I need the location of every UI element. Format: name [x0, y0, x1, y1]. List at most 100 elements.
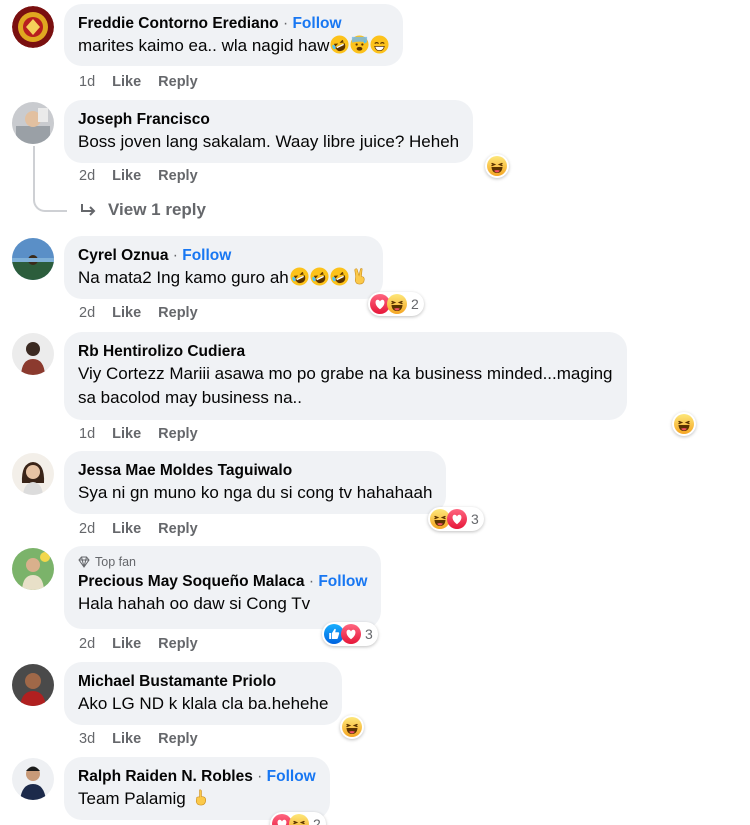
separator-dot: · — [282, 15, 289, 32]
author-line: Cyrel Oznua · Follow — [78, 246, 369, 266]
like-button[interactable]: Like — [112, 636, 141, 652]
comment-text-row: marites kaimo ea.. wla nagid haw — [78, 34, 389, 58]
victory-hand-emoji — [350, 267, 369, 286]
grinning-emoji — [370, 35, 389, 54]
comment-bubble: Joseph Francisco Boss joven lang sakalam… — [64, 100, 474, 163]
love-reaction-icon — [447, 509, 467, 529]
reactions-summary[interactable] — [485, 154, 509, 178]
comment-timestamp[interactable]: 2d — [79, 636, 95, 652]
comment-author[interactable]: Ralph Raiden N. Robles — [78, 768, 253, 785]
comment-bubble: Jessa Mae Moldes Taguiwalo Sya ni gn mun… — [64, 451, 447, 514]
author-line: Michael Bustamante Priolo — [78, 672, 328, 692]
rolling-laughing-emoji — [330, 267, 349, 286]
reactions-summary[interactable]: 2 — [270, 812, 326, 825]
comment-text: Ako LG ND k klala cla ba.hehehe — [78, 694, 329, 713]
reply-button[interactable]: Reply — [158, 731, 198, 747]
reactions-summary[interactable]: 2 — [368, 292, 424, 316]
reply-button[interactable]: Reply — [158, 521, 198, 537]
reply-button[interactable]: Reply — [158, 636, 198, 652]
like-button[interactable]: Like — [112, 426, 141, 442]
comment-bubble: Michael Bustamante Priolo Ako LG ND k kl… — [64, 662, 343, 725]
comment-actions: 2d Like Reply — [79, 636, 198, 652]
avatar[interactable] — [12, 333, 54, 375]
comment-bubble: Freddie Contorno Erediano · Follow marit… — [64, 4, 404, 66]
comment-text-line-1: Viy Cortezz Mariii asawa mo po grabe na … — [78, 364, 613, 383]
comment-author[interactable]: Joseph Francisco — [78, 111, 210, 128]
author-line: Joseph Francisco — [78, 110, 459, 130]
avatar[interactable] — [12, 6, 54, 48]
comment-author[interactable]: Michael Bustamante Priolo — [78, 673, 276, 690]
comment-text: Hala hahah oo daw si Cong Tv — [78, 594, 311, 613]
comment-actions: 1d Like Reply — [79, 426, 198, 442]
comment-bubble: Top fan Precious May Soqueño Malaca · Fo… — [64, 546, 382, 629]
like-button[interactable]: Like — [112, 168, 141, 184]
reaction-count: 2 — [313, 816, 321, 825]
avatar[interactable] — [12, 548, 54, 590]
love-reaction-icon — [341, 624, 361, 644]
follow-button[interactable]: Follow — [318, 573, 367, 590]
comment-author[interactable]: Precious May Soqueño Malaca — [78, 573, 305, 590]
anxious-sweat-emoji — [350, 35, 369, 54]
comment-author[interactable]: Cyrel Oznua — [78, 247, 168, 264]
author-line: Jessa Mae Moldes Taguiwalo — [78, 461, 432, 481]
reply-thread-line — [33, 146, 67, 212]
reactions-summary[interactable] — [672, 412, 696, 436]
comment-text: Na mata2 Ing kamo guro ah — [78, 268, 289, 287]
like-button[interactable]: Like — [112, 731, 141, 747]
top-fan-badge[interactable]: Top fan — [78, 554, 367, 570]
separator-dot: · — [308, 573, 315, 590]
comment-timestamp[interactable]: 3d — [79, 731, 95, 747]
rolling-laughing-emoji — [290, 267, 309, 286]
like-button[interactable]: Like — [112, 74, 141, 90]
reply-button[interactable]: Reply — [158, 74, 198, 90]
view-replies-link[interactable]: View 1 reply — [80, 200, 206, 220]
comment-actions: 2d Like Reply — [79, 305, 198, 321]
comment-text: Boss joven lang sakalam. Waay libre juic… — [78, 132, 460, 151]
comment-timestamp[interactable]: 2d — [79, 521, 95, 537]
separator-dot: · — [257, 768, 263, 785]
comment-actions: 2d Like Reply — [79, 521, 198, 537]
reply-button[interactable]: Reply — [158, 168, 198, 184]
like-button[interactable]: Like — [112, 521, 141, 537]
like-button[interactable]: Like — [112, 305, 141, 321]
comment-timestamp[interactable]: 1d — [79, 426, 95, 442]
follow-button[interactable]: Follow — [292, 15, 341, 32]
reactions-summary[interactable]: 3 — [322, 622, 378, 646]
avatar[interactable] — [12, 758, 54, 800]
comment-actions: 2d Like Reply — [79, 168, 198, 184]
comment-text: marites kaimo ea.. wla nagid haw — [78, 36, 330, 55]
avatar[interactable] — [12, 453, 54, 495]
comment-text-row: Na mata2 Ing kamo guro ah — [78, 266, 369, 290]
reaction-count: 3 — [365, 626, 373, 642]
comment-bubble: Cyrel Oznua · Follow Na mata2 Ing kamo g… — [64, 236, 383, 299]
reply-arrow-icon — [81, 204, 96, 216]
haha-reaction-icon — [342, 717, 362, 737]
author-line: Precious May Soqueño Malaca · Follow — [78, 572, 367, 592]
comment-timestamp[interactable]: 1d — [79, 74, 95, 90]
comment-actions: 3d Like Reply — [79, 731, 198, 747]
comment-author[interactable]: Freddie Contorno Erediano — [78, 15, 279, 32]
avatar[interactable] — [12, 238, 54, 280]
top-fan-diamond-icon — [78, 556, 90, 568]
comment-timestamp[interactable]: 2d — [79, 168, 95, 184]
reply-button[interactable]: Reply — [158, 305, 198, 321]
follow-button[interactable]: Follow — [267, 768, 316, 785]
follow-button[interactable]: Follow — [182, 247, 231, 264]
comment-author[interactable]: Jessa Mae Moldes Taguiwalo — [78, 462, 292, 479]
comment-actions: 1d Like Reply — [79, 74, 198, 90]
comment-text: Sya ni gn muno ko nga du si cong tv haha… — [78, 483, 433, 502]
reactions-summary[interactable] — [340, 715, 364, 739]
author-line: Freddie Contorno Erediano · Follow — [78, 14, 389, 34]
separator-dot: · — [172, 247, 178, 264]
comment-text-row: Team Palamig — [78, 787, 316, 811]
avatar[interactable] — [12, 664, 54, 706]
haha-reaction-icon — [487, 156, 507, 176]
reactions-summary[interactable]: 3 — [428, 507, 484, 531]
haha-reaction-icon — [289, 814, 309, 825]
comment-timestamp[interactable]: 2d — [79, 305, 95, 321]
top-fan-label: Top fan — [95, 555, 137, 569]
view-replies-label: View 1 reply — [108, 200, 206, 219]
comment-author[interactable]: Rb Hentirolizo Cudiera — [78, 343, 245, 360]
reply-button[interactable]: Reply — [158, 426, 198, 442]
avatar[interactable] — [12, 102, 54, 144]
